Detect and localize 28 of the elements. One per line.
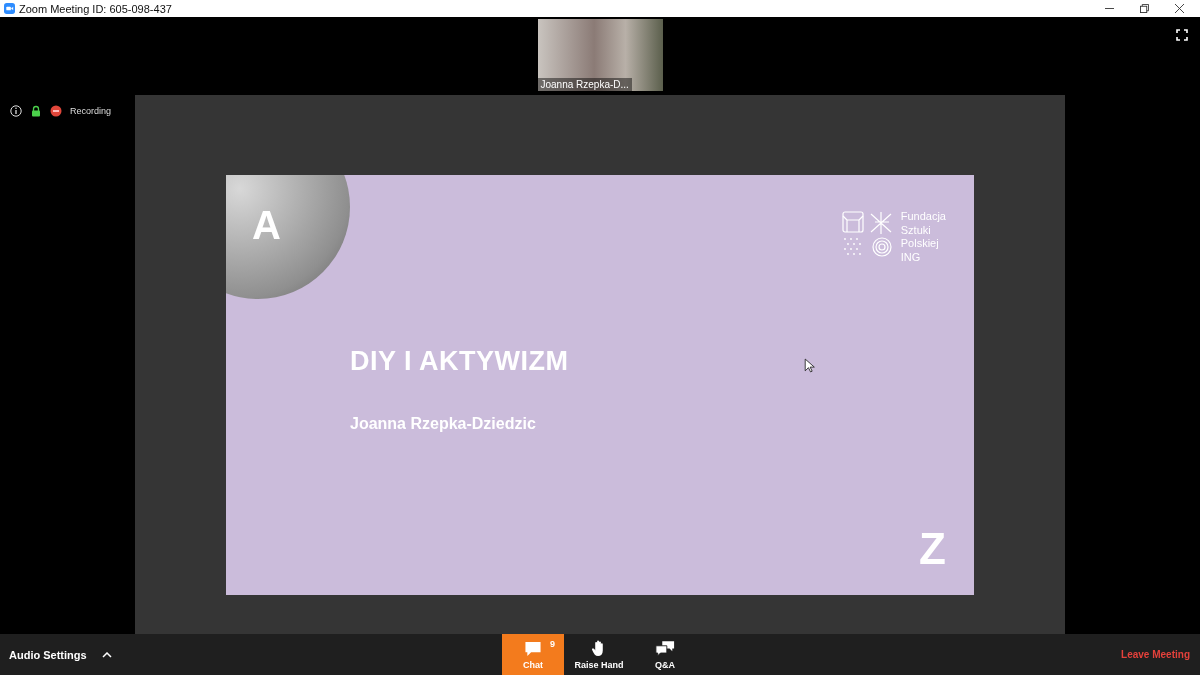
slide-title: DIY I AKTYWIZM [350,346,569,378]
info-icon[interactable] [10,105,22,118]
participant-name: Joanna Rzepka-D... [537,78,632,92]
speech-bubbles-icon [655,639,675,657]
slide-letter: Z [919,527,946,572]
unread-count: 9 [550,639,555,650]
logo-text: Polskiej [900,237,940,251]
lock-icon[interactable] [30,105,42,118]
slide-author: Joanna Rzepka-Dziedzic [350,415,536,434]
close-icon[interactable] [1175,4,1184,14]
audio-settings-button[interactable]: Audio Settings [4,644,92,665]
caret-icon[interactable] [101,651,112,658]
recording-icon [50,105,62,118]
restore-icon[interactable] [1140,4,1149,14]
slide-letter: A [252,203,281,249]
mouse-cursor-icon [803,358,815,374]
chat-bubble-icon [523,639,543,657]
toolbar-button[interactable]: Q&A [634,634,696,675]
fullscreen-icon[interactable] [1176,29,1188,42]
window-title: Zoom Meeting ID: 605-098-437 [19,2,172,15]
toolbar-button[interactable]: Raise Hand [568,634,630,675]
logo-text: ING [900,250,922,265]
logo-text: Fundacja [900,210,946,224]
foundation-logo-icon [840,210,895,259]
recording-label: Recording [70,105,112,118]
app-logo-icon [4,3,15,15]
leave-meeting-button[interactable]: Leave Meeting [1117,645,1194,665]
logo-text: Sztuki [900,223,932,238]
